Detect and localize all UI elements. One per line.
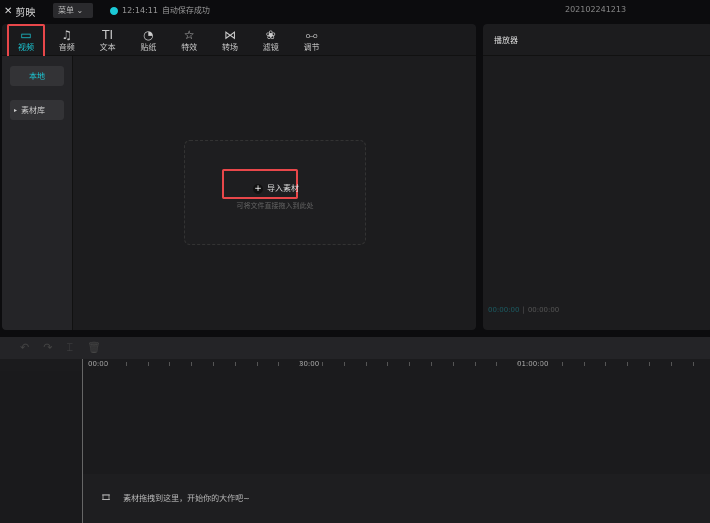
timeline-ruler[interactable]: 00:00 30:00 01:00:00 [0,359,710,371]
tab-label: 滤镜 [262,42,279,52]
ruler-tick [496,362,498,366]
current-time: 00:00:00 [488,306,520,314]
check-icon [110,6,118,15]
ruler-tick [365,362,367,366]
project-name: 202102241213 [565,5,627,14]
ruler-tick [169,362,171,366]
redo-icon[interactable]: ↷ [43,341,52,355]
film-icon: 🎞 [101,493,112,502]
player-timecode: 00:00:00 | 00:00:00 [488,306,560,314]
tab-label: 音频 [58,42,75,52]
tab-adjust[interactable]: ⧟ 调节 [292,24,332,56]
sticker-icon: ◔ [143,27,154,42]
tab-text[interactable]: TI 文本 [88,24,128,56]
caret-right-icon: ▸ [14,106,18,114]
ruler-tick [387,362,389,366]
import-hint: 可将文件直接拖入到此处 [236,202,314,210]
ruler-tick [322,362,323,366]
timeline-toolbar: ↶ ↷ ⌶ 🗑 [0,337,710,359]
ruler-tick [561,362,563,366]
tab-sticker[interactable]: ◔ 贴纸 [128,24,168,56]
ruler-tick [213,362,214,366]
total-time: 00:00:00 [527,306,560,314]
import-button[interactable]: + 导入素材 [253,183,299,194]
main-track[interactable]: 🎞 素材拖拽到这里，开始你的大作吧~ [83,474,710,523]
audio-icon: ♫ [61,27,73,42]
plus-icon: + [253,183,263,194]
adjust-icon: ⧟ [305,27,318,42]
sidebar-item-library[interactable]: ▸ 素材库 [10,100,64,120]
save-status: 12:14:11 自动保存成功 [110,5,210,16]
import-dropzone[interactable]: + 导入素材 可将文件直接拖入到此处 [184,140,366,245]
tab-effects[interactable]: ☆ 特效 [169,24,209,56]
filter-icon: ❀ [265,27,276,42]
tab-label: 调节 [303,42,320,52]
track-header [0,371,83,523]
ruler-tick [583,362,585,366]
ruler-tick [125,362,127,366]
ruler-tick [649,362,650,366]
menu-dropdown[interactable]: 菜单 ⌄ [53,3,93,18]
tab-label: 文本 [99,42,116,52]
video-tab-highlight [7,24,45,58]
sidebar-item-local[interactable]: 本地 [10,66,64,86]
text-icon: TI [102,27,114,42]
ruler-tick [474,362,476,366]
delete-icon[interactable]: 🗑 [87,341,101,355]
app-logo: ✕ 剪映 [4,4,35,19]
tab-label: 转场 [222,42,238,52]
split-icon[interactable]: ⌶ [66,341,73,355]
ruler-tick [104,362,105,366]
ruler-label: 30:00 [299,360,320,368]
save-text: 自动保存成功 [161,6,210,15]
ruler-tick [605,362,607,366]
ruler-tick [343,362,345,366]
transition-icon: ⋈ [224,27,236,42]
ruler-tick [278,362,280,366]
media-sidebar: 本地 ▸ 素材库 [2,56,73,330]
timeline-panel: ↶ ↷ ⌶ 🗑 00:00 30:00 01:00:00 🎞 素材拖拽到这里，开始你的大… [0,337,710,523]
library-label: 素材库 [21,105,46,115]
ruler-tick [670,362,672,366]
player-panel: 播放器 00:00:00 | 00:00:00 [483,24,710,330]
tab-label: 贴纸 [140,42,157,52]
app-name: 剪映 [15,8,36,19]
ruler-tick [256,362,258,366]
media-panel: ▭ 视频 ♫ 音频 TI 文本 ◔ 贴纸 ☆ 特效 ⋈ 转场 ❀ 滤镜 ⧟ 调节 本地 ▸ 素材库 + 导入素材 … [2,24,476,330]
ruler-label: 00:00 [88,360,109,368]
ruler-tick [300,362,302,366]
tab-filter[interactable]: ❀ 滤镜 [251,24,291,56]
ruler-tick [147,362,149,366]
media-tabs: ▭ 视频 ♫ 音频 TI 文本 ◔ 贴纸 ☆ 特效 ⋈ 转场 ❀ 滤镜 ⧟ 调节 [2,24,476,58]
tab-label: 特效 [181,42,198,52]
ruler-tick [409,362,411,366]
ruler-tick [518,362,520,366]
ruler-tick [540,362,541,366]
ruler-tick [452,362,454,366]
ruler-tick [431,362,432,366]
ruler-label: 01:00:00 [517,360,549,368]
ruler-tick [627,362,629,366]
ruler-tick [692,362,694,366]
track-hint: 素材拖拽到这里，开始你的大作吧~ [123,494,250,503]
tab-audio[interactable]: ♫ 音频 [47,24,87,56]
player-title: 播放器 [494,36,518,45]
top-bar: ✕ 剪映 菜单 ⌄ 12:14:11 自动保存成功 202102241213 [0,0,710,22]
capcut-logo-icon: ✕ [4,6,13,17]
save-time: 12:14:11 [122,6,158,15]
ruler-tick [191,362,193,366]
tab-transition[interactable]: ⋈ 转场 [210,24,250,56]
import-label: 导入素材 [267,184,299,193]
effects-icon: ☆ [183,27,195,42]
undo-icon[interactable]: ↶ [20,341,29,355]
local-label: 本地 [29,71,45,81]
chevron-down-icon: ⌄ [76,6,84,15]
menu-label: 菜单 [58,6,74,15]
ruler-tick [234,362,236,366]
